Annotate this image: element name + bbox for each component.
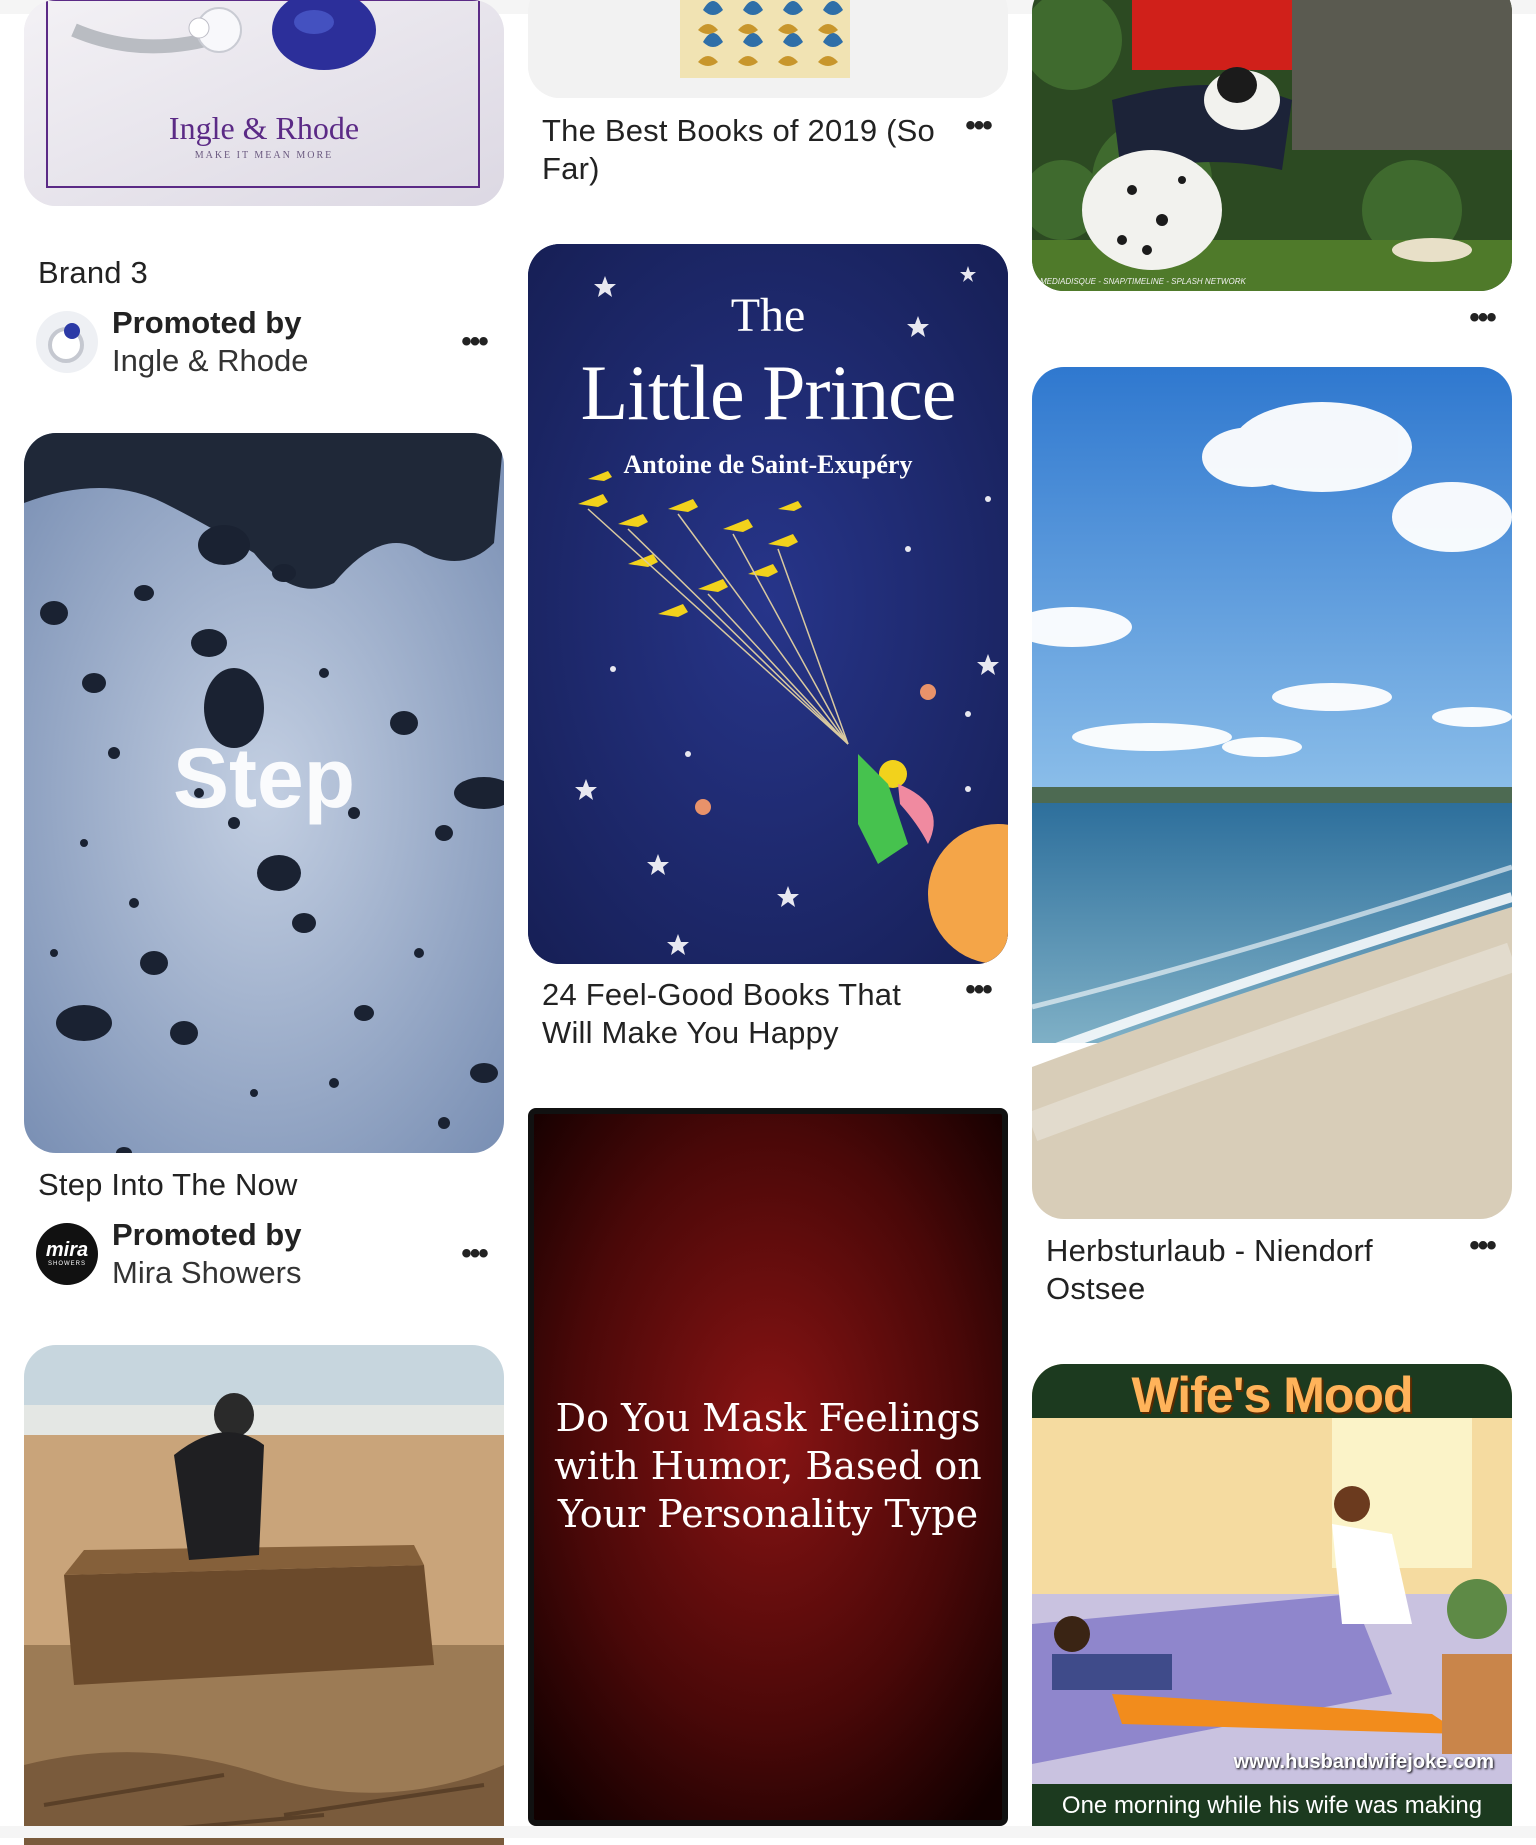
avatar-logo-sub: SHOWERS	[47, 1261, 86, 1267]
pin-image-ring-ad[interactable]	[24, 0, 504, 206]
pin-image-beach-box[interactable]	[24, 1345, 504, 1845]
promoted-label: Promoted by	[112, 305, 302, 340]
pin-title-row: Step Into The Now	[24, 1166, 504, 1204]
pin-title[interactable]: The Best Books of 2019 (So Far)	[528, 112, 948, 188]
ellipsis-icon[interactable]: •••	[1452, 1231, 1512, 1261]
pin-title-row: •••	[1032, 303, 1512, 333]
promoted-label: Promoted by	[112, 1217, 302, 1252]
mask-feelings-text: Do You Mask Feelings with Humor, Based o…	[534, 1394, 1002, 1538]
advertiser-avatar[interactable]: mira SHOWERS	[36, 1223, 98, 1285]
promoted-by-text: Promoted by Ingle & Rhode	[98, 304, 444, 380]
mask-line-3: Your Personality Type	[557, 1492, 979, 1536]
bottom-edge	[0, 1826, 1536, 1838]
mask-line-2: with Humor, Based on	[554, 1444, 982, 1488]
step-ad-overlay-text: Step	[172, 731, 356, 825]
pin-title-row: Brand 3	[24, 254, 504, 292]
pin-image-beach[interactable]	[1032, 367, 1512, 1219]
ellipsis-icon[interactable]: •••	[948, 111, 1008, 141]
pin-title[interactable]: Step Into The Now	[24, 1166, 504, 1204]
ellipsis-icon[interactable]: •••	[444, 1239, 504, 1269]
pin-image-books-2019[interactable]	[528, 0, 1008, 98]
pin-image-wife-mood[interactable]: Wife's Mood www.husbandwifejoke.com One …	[1032, 1364, 1512, 1826]
cover-author: Antoine de Saint-Exupéry	[623, 450, 913, 479]
promoted-by-text: Promoted by Mira Showers	[98, 1216, 444, 1292]
advertiser-name[interactable]: Ingle & Rhode	[112, 342, 444, 380]
ring-ad-tagline: MAKE IT MEAN MORE	[194, 150, 334, 161]
promoted-by-row: mira SHOWERS Promoted by Mira Showers ••…	[36, 1216, 504, 1292]
avatar-logo-text: mira	[45, 1239, 89, 1261]
photo-credit: MEDIADISQUE - SNAP/TIMELINE - SPLASH NET…	[1040, 277, 1246, 286]
pin-image-mask-feelings[interactable]: Do You Mask Feelings with Humor, Based o…	[528, 1108, 1008, 1826]
pin-title[interactable]: Herbsturlaub - Niendorf Ostsee	[1032, 1232, 1452, 1308]
ellipsis-icon[interactable]: •••	[444, 327, 504, 357]
advertiser-avatar[interactable]	[36, 311, 98, 373]
pin-title-row: 24 Feel-Good Books That Will Make You Ha…	[528, 975, 1008, 1052]
mask-line-1: Do You Mask Feelings	[555, 1396, 981, 1440]
wife-mood-url: www.husbandwifejoke.com	[1233, 1751, 1494, 1773]
advertiser-name[interactable]: Mira Showers	[112, 1254, 444, 1292]
pin-title[interactable]: Brand 3	[24, 254, 504, 292]
promoted-by-row: Promoted by Ingle & Rhode •••	[36, 304, 504, 380]
pin-title[interactable]: 24 Feel-Good Books That Will Make You Ha…	[528, 976, 948, 1052]
ellipsis-icon[interactable]: •••	[1452, 303, 1512, 333]
wife-mood-headline: Wife's Mood	[1131, 1367, 1414, 1423]
ellipsis-icon[interactable]: •••	[948, 975, 1008, 1005]
wife-mood-caption: One morning while his wife was making	[1061, 1792, 1483, 1819]
ring-ad-brand-text: Ingle & Rhode	[168, 110, 360, 146]
cover-title-the: The	[730, 289, 806, 342]
pin-image-dog-photo[interactable]: MEDIADISQUE - SNAP/TIMELINE - SPLASH NET…	[1032, 0, 1512, 291]
pin-title-row: The Best Books of 2019 (So Far) •••	[528, 111, 1008, 188]
pin-title-row: Herbsturlaub - Niendorf Ostsee •••	[1032, 1231, 1512, 1308]
cover-title-main: Little Prince	[580, 349, 957, 436]
